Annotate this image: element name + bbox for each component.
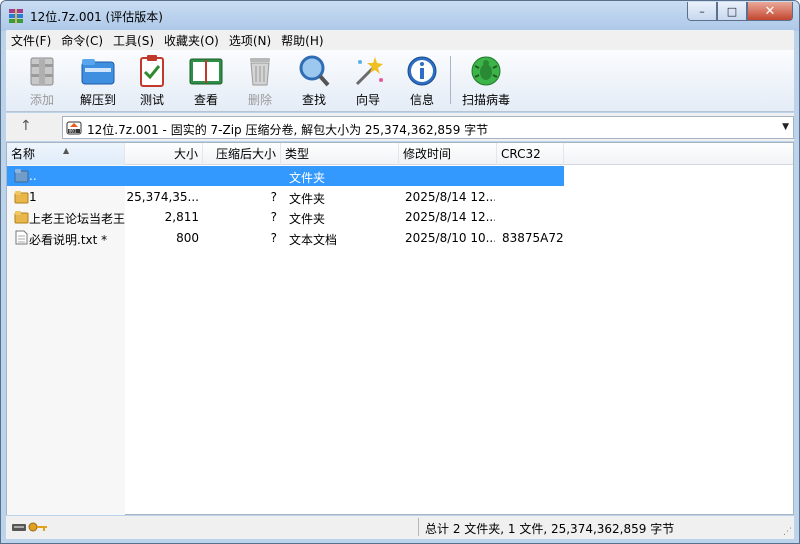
- title-bar[interactable]: 12位.7z.001 (评估版本) – □ ✕: [1, 1, 799, 31]
- file-modified: 2025/8/14 12...: [405, 210, 495, 224]
- file-size: 25,374,35...: [126, 190, 199, 204]
- virus-scan-button[interactable]: 扫描病毒: [458, 53, 514, 108]
- extract-folder-icon: [81, 59, 115, 85]
- info-label: 信息: [409, 93, 434, 107]
- menu-commands[interactable]: 命令(C): [56, 32, 108, 49]
- menu-bar: 文件(F) 命令(C) 工具(S) 收藏夹(O) 选项(N) 帮助(H): [6, 30, 794, 50]
- file-list[interactable]: 名称 ▲ 大小 压缩后大小 类型 修改时间 CRC32 .. 文件夹 1 25,3…: [6, 142, 794, 515]
- file-modified: 2025/8/14 12...: [405, 190, 495, 204]
- menu-options[interactable]: 选项(N): [224, 32, 276, 49]
- column-name[interactable]: 名称 ▲: [7, 143, 125, 165]
- file-packed-size: ?: [270, 210, 277, 224]
- close-button[interactable]: ✕: [747, 2, 793, 21]
- status-bar: 总计 2 文件夹, 1 文件, 25,374,362,859 字节 ⋰: [6, 516, 794, 539]
- winrar-app-icon[interactable]: [8, 8, 24, 24]
- file-type: 文件夹: [289, 212, 326, 226]
- file-name: 必看说明.txt *: [29, 233, 108, 247]
- view-book-icon: [189, 58, 223, 85]
- up-folder-icon: [14, 169, 29, 183]
- wizard-label: 向导: [355, 93, 380, 107]
- file-size: 2,811: [164, 210, 199, 224]
- file-name: ..: [29, 169, 37, 183]
- find-button[interactable]: 查找: [290, 53, 338, 108]
- file-type: 文件夹: [289, 192, 326, 206]
- file-type: 文本文档: [289, 233, 338, 247]
- extract-label: 解压到: [79, 93, 116, 107]
- maximize-button[interactable]: □: [717, 2, 747, 21]
- app-window: 12位.7z.001 (评估版本) – □ ✕ 文件(F) 命令(C) 工具(S…: [0, 0, 800, 544]
- address-bar: ↑ 001 12位.7z.001 - 固实的 7-Zip 压缩分卷, 解包大小为…: [6, 113, 794, 141]
- path-dropdown-icon[interactable]: ▼: [782, 122, 789, 132]
- extract-button[interactable]: 解压到: [74, 53, 122, 108]
- column-type[interactable]: 类型: [281, 143, 399, 165]
- menu-help[interactable]: 帮助(H): [276, 32, 328, 49]
- column-modified[interactable]: 修改时间: [399, 143, 497, 165]
- file-name: 1: [29, 190, 37, 204]
- menu-tools[interactable]: 工具(S): [108, 32, 159, 49]
- toolbar: 添加 解压到 测试 查看 删除 查找 向导 信息 扫描病毒: [6, 50, 794, 112]
- up-folder-button[interactable]: ↑: [20, 118, 36, 136]
- toolbar-separator: [450, 56, 451, 104]
- test-button[interactable]: 测试: [128, 53, 176, 108]
- column-packed-size[interactable]: 压缩后大小: [203, 143, 281, 165]
- file-row[interactable]: 上老王论坛当老王 2,811 ? 文件夹 2025/8/14 12...: [7, 207, 564, 227]
- window-title: 12位.7z.001 (评估版本): [30, 10, 163, 24]
- resize-grip-icon[interactable]: ⋰: [783, 527, 792, 537]
- drive-key-icon[interactable]: [12, 521, 48, 533]
- path-field[interactable]: 001 12位.7z.001 - 固实的 7-Zip 压缩分卷, 解包大小为 2…: [62, 116, 794, 139]
- sort-ascending-icon: ▲: [63, 146, 70, 155]
- file-type: 文件夹: [289, 171, 326, 185]
- archive-volume-icon: 001: [66, 121, 82, 135]
- find-magnifier-icon: [299, 55, 330, 87]
- file-row[interactable]: 必看说明.txt * 800 ? 文本文档 2025/8/10 10... 83…: [7, 228, 564, 248]
- menu-file[interactable]: 文件(F): [6, 32, 56, 49]
- wizard-wand-icon: [355, 57, 383, 86]
- delete-label: 删除: [247, 93, 272, 107]
- wizard-button[interactable]: 向导: [344, 53, 392, 108]
- file-modified: 2025/8/10 10...: [405, 231, 495, 245]
- virus-bug-icon: [471, 56, 501, 86]
- folder-icon: [14, 211, 29, 224]
- info-icon: [407, 56, 437, 86]
- delete-button[interactable]: 删除: [236, 53, 284, 108]
- status-summary: 总计 2 文件夹, 1 文件, 25,374,362,859 字节: [425, 522, 675, 536]
- column-size[interactable]: 大小: [125, 143, 203, 165]
- column-crc32[interactable]: CRC32: [497, 143, 564, 165]
- info-button[interactable]: 信息: [398, 53, 446, 108]
- column-header: 名称 ▲ 大小 压缩后大小 类型 修改时间 CRC32: [7, 143, 793, 165]
- view-button[interactable]: 查看: [182, 53, 230, 108]
- virus-scan-label: 扫描病毒: [461, 93, 510, 107]
- add-button[interactable]: 添加: [18, 53, 66, 108]
- file-row-parent[interactable]: .. 文件夹: [7, 166, 564, 186]
- svg-text:001: 001: [69, 129, 77, 134]
- test-clipboard-icon: [140, 55, 164, 87]
- add-archive-icon: [30, 57, 54, 86]
- status-separator: [418, 518, 419, 536]
- add-label: 添加: [29, 93, 54, 107]
- menu-favorites[interactable]: 收藏夹(O): [159, 32, 224, 49]
- file-row[interactable]: 1 25,374,35... ? 文件夹 2025/8/14 12...: [7, 187, 564, 207]
- minimize-button[interactable]: –: [687, 2, 717, 21]
- view-label: 查看: [193, 93, 218, 107]
- file-size: 800: [176, 231, 199, 245]
- file-crc32: 83875A72: [502, 231, 564, 245]
- file-packed-size: ?: [270, 190, 277, 204]
- folder-icon: [14, 191, 29, 204]
- file-name: 上老王论坛当老王: [29, 212, 125, 226]
- find-label: 查找: [301, 93, 326, 107]
- delete-trash-icon: [250, 58, 270, 86]
- file-packed-size: ?: [270, 231, 277, 245]
- test-label: 测试: [139, 93, 164, 107]
- archive-path-text: 12位.7z.001 - 固实的 7-Zip 压缩分卷, 解包大小为 25,37…: [87, 123, 489, 137]
- text-file-icon: [15, 230, 28, 245]
